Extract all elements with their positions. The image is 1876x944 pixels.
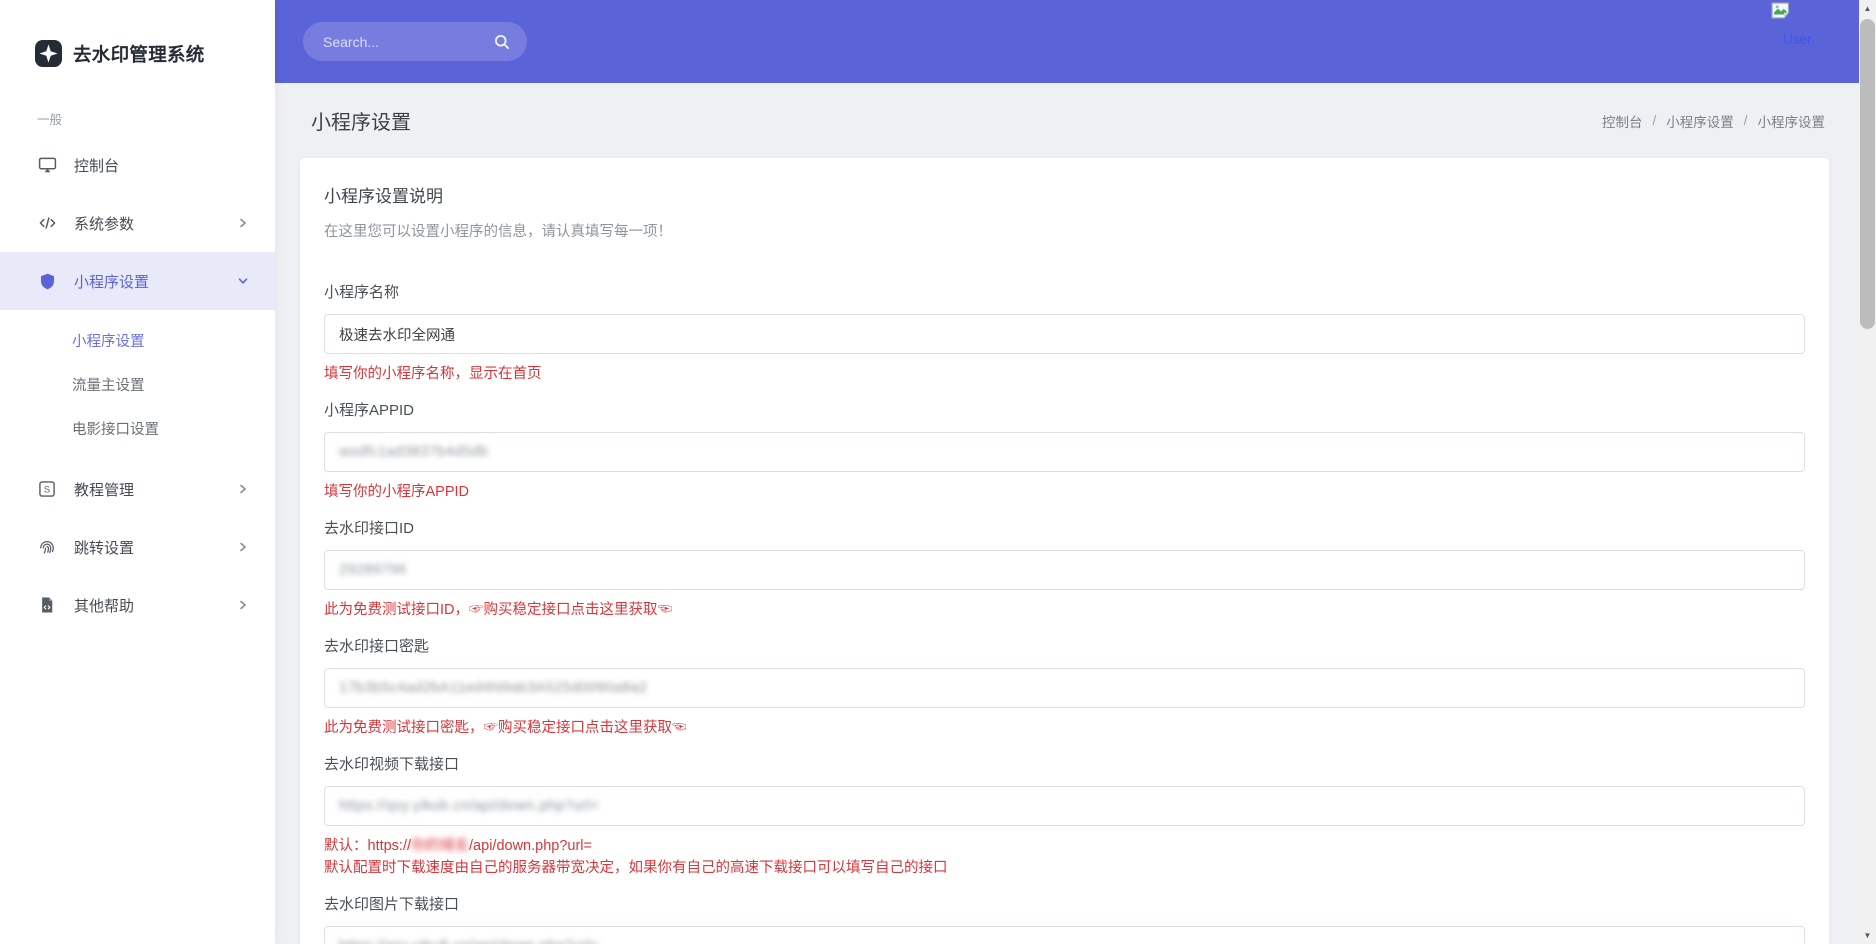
sidebar: 去水印管理系统 一般 控制台 系统参数 <box>0 0 275 944</box>
breadcrumb-console[interactable]: 控制台 <box>1602 111 1643 131</box>
field-helper-text: 此为免费测试接口ID，☞购买稳定接口点击这里获取☜ <box>324 599 1805 621</box>
censored-value: 17b3b5c4ad2bA11ed4N9ab3A525d0090a8a2 <box>339 680 647 696</box>
app-logo: 去水印管理系统 <box>0 0 275 67</box>
watermark-api-id-input[interactable]: 29289796 <box>324 550 1805 590</box>
submenu-item-miniprogram-settings[interactable]: 小程序设置 <box>0 318 275 362</box>
sidebar-item-other-help[interactable]: 其他帮助 <box>0 576 275 634</box>
chevron-right-icon <box>237 599 249 611</box>
field-miniprogram-appid: 小程序APPID wxdfc1ad3837b4d5db 填写你的小程序APPID <box>324 400 1805 503</box>
field-helper-text: 默认：https://你的域名/api/down.php?url= <box>324 835 1805 857</box>
miniprogram-appid-input[interactable]: wxdfc1ad3837b4d5db <box>324 432 1805 472</box>
fingerprint-icon <box>36 536 58 558</box>
chevron-right-icon <box>237 483 249 495</box>
monitor-icon <box>36 154 58 176</box>
watermark-api-secret-input[interactable]: 17b3b5c4ad2bA11ed4N9ab3A525d0090a8a2 <box>324 668 1805 708</box>
main-content: 小程序设置 控制台 / 小程序设置 / 小程序设置 小程序设置说明 在这里您可以… <box>275 83 1859 944</box>
censored-value: https://qsy.yikub.cn/api/down.php?url= <box>339 798 599 814</box>
censored-value: 29289796 <box>339 562 407 578</box>
breadcrumb-separator: / <box>1652 113 1656 128</box>
sidebar-item-redirect-settings[interactable]: 跳转设置 <box>0 518 275 576</box>
miniprogram-name-input[interactable]: 极速去水印全网通 <box>324 314 1805 354</box>
svg-text:S: S <box>44 485 50 496</box>
field-helper-text-2: 默认配置时下载速度由自己的服务器带宽决定，如果你有自己的高速下载接口可以填写自己… <box>324 857 1805 879</box>
search-input[interactable] <box>323 34 485 50</box>
chevron-right-icon <box>237 217 249 229</box>
settings-card: 小程序设置说明 在这里您可以设置小程序的信息，请认真填写每一项！ 小程序名称 极… <box>300 158 1829 944</box>
buy-stable-api-link[interactable]: ☞购买稳定接口点击这里获取☜ <box>484 720 687 736</box>
file-code-icon <box>36 594 58 616</box>
sparkle-badge-icon <box>35 40 62 67</box>
buy-stable-api-link[interactable]: ☞购买稳定接口点击这里获取☜ <box>469 602 672 618</box>
censored-value: https://qsy.yiku8.cn/api/down.php?url= <box>339 938 599 944</box>
sidebar-item-console[interactable]: 控制台 <box>0 136 275 194</box>
app-root: 去水印管理系统 一般 控制台 系统参数 <box>0 0 1876 944</box>
field-miniprogram-name: 小程序名称 极速去水印全网通 填写你的小程序名称，显示在首页 <box>324 282 1805 385</box>
broken-image-icon <box>1771 2 1794 21</box>
field-image-download-api: 去水印图片下载接口 https://qsy.yiku8.cn/api/down.… <box>324 894 1805 944</box>
field-label: 小程序APPID <box>324 400 1805 421</box>
content-header: 小程序设置 控制台 / 小程序设置 / 小程序设置 <box>275 83 1859 158</box>
censored-value: wxdfc1ad3837b4d5db <box>339 444 488 460</box>
search-icon[interactable] <box>493 33 511 51</box>
code-icon <box>36 212 58 234</box>
shield-icon <box>36 270 58 292</box>
page-scrollbar[interactable]: ▲ ▼ <box>1859 0 1876 944</box>
topbar: User <box>275 0 1859 83</box>
sidebar-item-tutorial[interactable]: S 教程管理 <box>0 460 275 518</box>
field-label: 去水印接口ID <box>324 518 1805 539</box>
app-title: 去水印管理系统 <box>73 41 205 67</box>
breadcrumb-separator: / <box>1744 113 1748 128</box>
scrollbar-up-arrow[interactable]: ▲ <box>1859 0 1876 17</box>
image-download-api-input[interactable]: https://qsy.yiku8.cn/api/down.php?url= <box>324 926 1805 944</box>
censored-domain: 你的域名 <box>411 838 469 854</box>
chevron-right-icon <box>237 541 249 553</box>
user-avatar-alt-text: User <box>1783 32 1843 47</box>
sidebar-nav: 控制台 系统参数 小程序设置 <box>0 136 275 634</box>
submenu-item-movie-api-settings[interactable]: 电影接口设置 <box>0 406 275 450</box>
breadcrumb-miniprogram-settings[interactable]: 小程序设置 <box>1666 111 1734 131</box>
scrollbar-thumb[interactable] <box>1860 19 1875 329</box>
dollar-square-icon: S <box>36 478 58 500</box>
nav-section-label: 一般 <box>37 109 275 128</box>
card-title: 小程序设置说明 <box>324 182 1805 207</box>
field-label: 去水印视频下载接口 <box>324 754 1805 775</box>
card-subtitle: 在这里您可以设置小程序的信息，请认真填写每一项！ <box>324 220 1805 241</box>
field-watermark-api-id: 去水印接口ID 29289796 此为免费测试接口ID，☞购买稳定接口点击这里获… <box>324 518 1805 621</box>
chevron-down-icon <box>237 275 249 287</box>
miniprogram-submenu: 小程序设置 流量主设置 电影接口设置 <box>0 310 275 460</box>
field-helper-text: 填写你的小程序名称，显示在首页 <box>324 363 1805 385</box>
field-label: 去水印接口密匙 <box>324 636 1805 657</box>
field-watermark-api-secret: 去水印接口密匙 17b3b5c4ad2bA11ed4N9ab3A525d0090… <box>324 636 1805 739</box>
field-video-download-api: 去水印视频下载接口 https://qsy.yikub.cn/api/down.… <box>324 754 1805 879</box>
search-box <box>303 22 527 61</box>
field-helper-text: 填写你的小程序APPID <box>324 481 1805 503</box>
video-download-api-input[interactable]: https://qsy.yikub.cn/api/down.php?url= <box>324 786 1805 826</box>
sidebar-item-system-params[interactable]: 系统参数 <box>0 194 275 252</box>
submenu-item-traffic-settings[interactable]: 流量主设置 <box>0 362 275 406</box>
user-avatar[interactable]: User <box>1771 2 1843 47</box>
field-helper-text: 此为免费测试接口密匙，☞购买稳定接口点击这里获取☜ <box>324 717 1805 739</box>
page-title: 小程序设置 <box>311 106 411 135</box>
field-label: 小程序名称 <box>324 282 1805 303</box>
breadcrumb-current-page: 小程序设置 <box>1758 111 1826 131</box>
sidebar-item-miniprogram-settings[interactable]: 小程序设置 <box>0 252 275 310</box>
field-label: 去水印图片下载接口 <box>324 894 1805 915</box>
scrollbar-down-arrow[interactable]: ▼ <box>1859 927 1876 944</box>
breadcrumb: 控制台 / 小程序设置 / 小程序设置 <box>1602 111 1825 131</box>
